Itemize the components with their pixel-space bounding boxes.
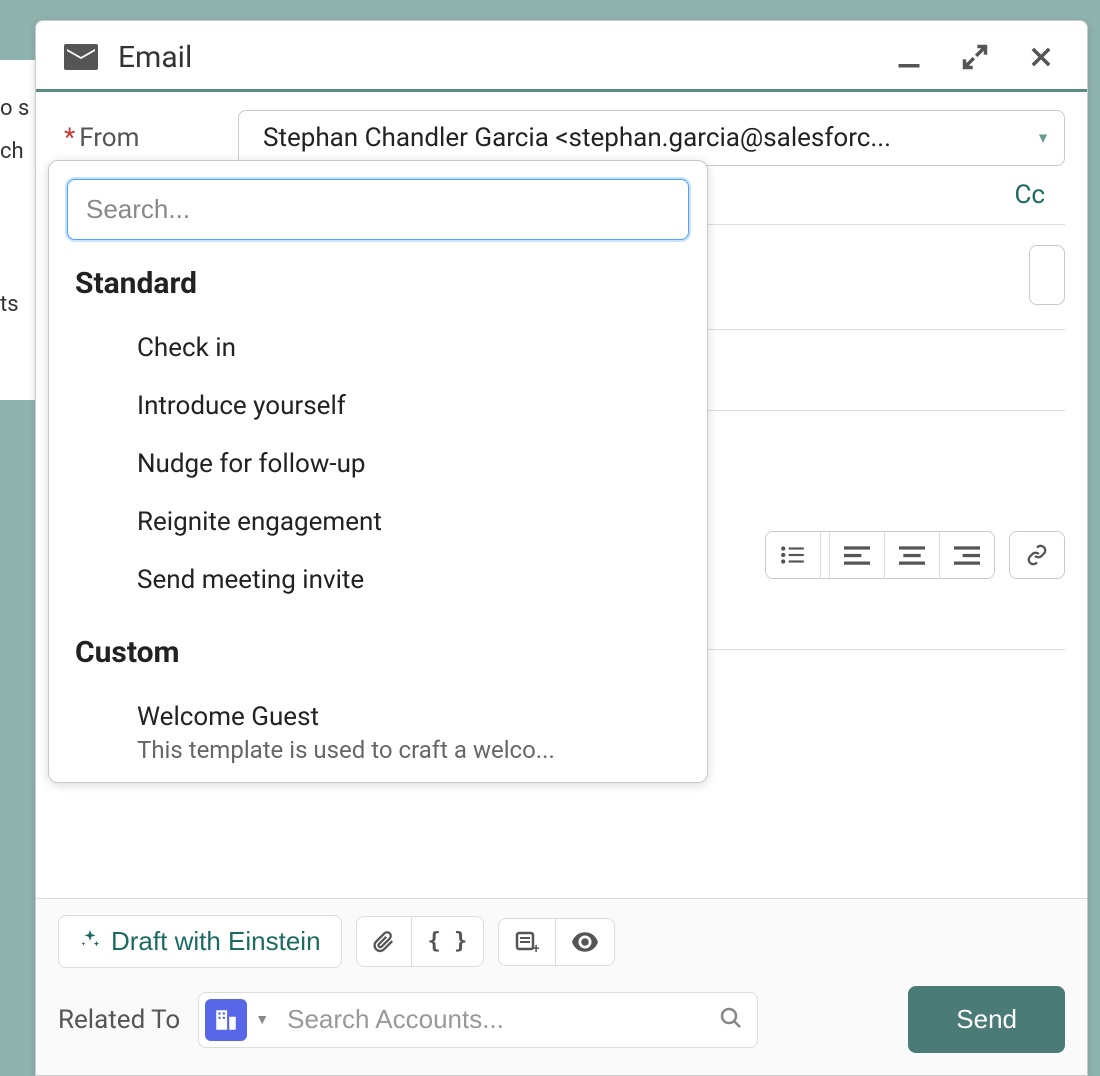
- einstein-label: Draft with Einstein: [111, 926, 321, 957]
- standard-heading: Standard: [75, 266, 681, 301]
- align-right-button[interactable]: [940, 532, 994, 578]
- field-trailing-box[interactable]: [1029, 245, 1065, 305]
- template-item-nudge-follow-up[interactable]: Nudge for follow-up: [75, 435, 681, 493]
- toolbar-divider: [821, 532, 830, 578]
- attach-file-button[interactable]: [356, 916, 411, 967]
- insert-merge-field-button[interactable]: { }: [411, 916, 485, 967]
- cc-link[interactable]: Cc: [1014, 180, 1065, 210]
- bulleted-list-button[interactable]: [766, 532, 821, 578]
- composer-body: *From Stephan Chandler Garcia <stephan.g…: [36, 92, 1087, 898]
- template-search-input[interactable]: [67, 179, 689, 240]
- from-label: *From: [58, 123, 238, 153]
- svg-text:+: +: [532, 940, 539, 953]
- from-select[interactable]: Stephan Chandler Garcia <stephan.garcia@…: [238, 110, 1065, 166]
- template-item-send-meeting-invite[interactable]: Send meeting invite: [75, 551, 681, 609]
- close-button[interactable]: [1023, 39, 1059, 75]
- link-group: [1009, 531, 1065, 579]
- from-value: Stephan Chandler Garcia <stephan.garcia@…: [263, 123, 891, 153]
- email-composer: Email *From Stephan Chandler Garcia <ste…: [35, 20, 1088, 1076]
- preview-button[interactable]: [555, 918, 615, 966]
- insert-quick-text-button[interactable]: +: [498, 918, 555, 966]
- draft-with-einstein-button[interactable]: Draft with Einstein: [58, 915, 342, 968]
- template-item-welcome-guest[interactable]: Welcome Guest This template is used to c…: [75, 688, 681, 764]
- related-to-combo[interactable]: ▼: [198, 992, 758, 1048]
- template-item-reignite-engagement[interactable]: Reignite engagement: [75, 493, 681, 551]
- search-icon: [719, 1006, 743, 1034]
- chevron-down-icon: ▼: [255, 1011, 269, 1028]
- template-item-check-in[interactable]: Check in: [75, 319, 681, 377]
- align-center-button[interactable]: [885, 532, 940, 578]
- chevron-down-icon: ▼: [1036, 130, 1050, 147]
- custom-heading: Custom: [75, 635, 681, 670]
- composer-footer: Draft with Einstein { } + Related T: [36, 898, 1087, 1075]
- sparkle-icon: [79, 926, 101, 957]
- composer-title: Email: [118, 40, 891, 75]
- template-item-introduce-yourself[interactable]: Introduce yourself: [75, 377, 681, 435]
- insert-link-button[interactable]: [1010, 532, 1064, 578]
- from-row: *From Stephan Chandler Garcia <stephan.g…: [58, 110, 1065, 166]
- composer-header: Email: [36, 21, 1087, 92]
- send-button[interactable]: Send: [908, 986, 1065, 1053]
- expand-button[interactable]: [957, 39, 993, 75]
- related-to-label: Related To: [58, 1005, 180, 1035]
- related-to-search-input[interactable]: [287, 1004, 719, 1035]
- align-left-button[interactable]: [830, 532, 885, 578]
- account-icon: [205, 999, 247, 1041]
- list-align-group: [765, 531, 995, 579]
- template-dropdown: Standard Check in Introduce yourself Nud…: [48, 160, 708, 783]
- envelope-icon: [64, 44, 98, 70]
- minimize-button[interactable]: [891, 39, 927, 75]
